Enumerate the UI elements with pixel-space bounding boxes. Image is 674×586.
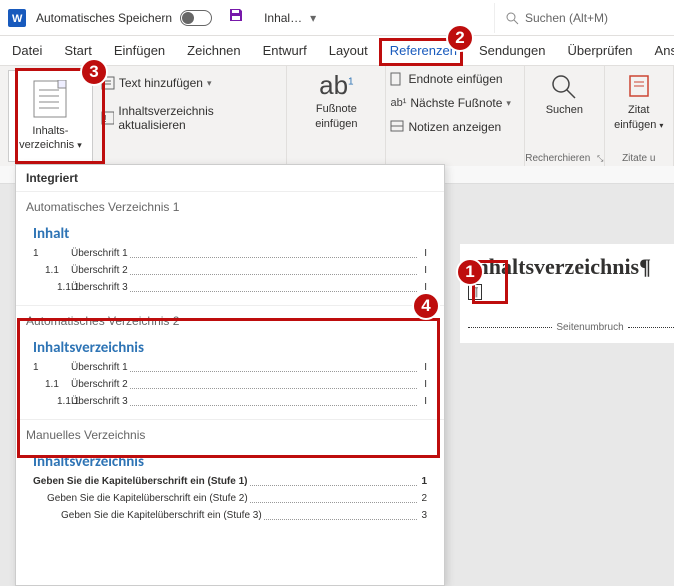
callout-4: 4 [412, 292, 440, 320]
callout-2: 2 [446, 24, 474, 52]
pilcrow-mark: ¶ [468, 284, 482, 300]
toc-preview-row: 1.1.1Überschrift 3I [33, 279, 427, 296]
add-text-button[interactable]: Text hinzufügen▾ [101, 76, 278, 90]
toc-preview-row: 1.1Überschrift 2I [33, 376, 427, 393]
smart-lookup-button[interactable]: Suchen [546, 72, 583, 117]
tab-zeichnen[interactable]: Zeichnen [185, 39, 242, 62]
word-app-icon: W [8, 9, 26, 27]
toc-manual-row: Geben Sie die Kapitelüberschrift ein (St… [33, 490, 427, 507]
toc-preview-row: 1.1.1Überschrift 3I [33, 393, 427, 410]
insert-footnote-button[interactable]: ab1 Fußnote einfügen [315, 70, 357, 131]
toc-preview-row: 1.1Überschrift 2I [33, 262, 427, 279]
gallery-item-manual[interactable]: Inhaltsverzeichnis Geben Sie die Kapitel… [26, 446, 434, 531]
chevron-down-icon: ▾ [77, 140, 82, 151]
gallery-item-auto1[interactable]: Inhalt 1Überschrift 1I1.1Überschrift 2I1… [26, 218, 434, 303]
toc-preview-row: 1Überschrift 1I [33, 359, 427, 376]
toc-gallery: Integriert Automatisches Verzeichnis 1 I… [15, 164, 445, 586]
show-notes-button[interactable]: Notizen anzeigen [390, 120, 520, 134]
insert-citation-button[interactable]: Zitat einfügen ▾ [614, 72, 663, 132]
tab-ueberpruefen[interactable]: Überprüfen [566, 39, 635, 62]
footnote-icon: ab1 [319, 70, 353, 101]
toc-preview-row: 1Überschrift 1I [33, 245, 427, 262]
document-heading: Inhaltsverzeichnis¶ [468, 254, 674, 280]
toc-icon [33, 80, 67, 121]
refresh-icon: ! [101, 111, 114, 125]
tell-me-search[interactable]: Suchen (Alt+M) [494, 3, 674, 33]
search-big-icon [549, 72, 579, 102]
next-footnote-button[interactable]: ab¹ Nächste Fußnote▾ [390, 96, 520, 110]
gallery-caption-auto1: Automatisches Verzeichnis 1 [16, 191, 444, 216]
tab-entwurf[interactable]: Entwurf [261, 39, 309, 62]
tab-einfuegen[interactable]: Einfügen [112, 39, 167, 62]
document-name: Inhal… [264, 11, 302, 25]
search-icon [505, 11, 519, 25]
document-page[interactable]: Inhaltsverzeichnis¶ ¶ Seitenumbruch [460, 244, 674, 343]
callout-3: 3 [80, 58, 108, 86]
save-icon[interactable] [228, 7, 244, 28]
tab-sendungen[interactable]: Sendungen [477, 39, 548, 62]
autosave-toggle[interactable] [180, 10, 212, 26]
gallery-caption-auto2: Automatisches Verzeichnis 2 [16, 305, 444, 330]
tab-layout[interactable]: Layout [327, 39, 370, 62]
gallery-header: Integriert [16, 165, 444, 191]
toc-button[interactable]: Inhalts- verzeichnis ▾ [8, 70, 93, 162]
endnote-icon [390, 72, 404, 86]
titlebar: W Automatisches Speichern Inhal… ▾ Suche… [0, 0, 674, 36]
insert-endnote-button[interactable]: Endnote einfügen [390, 72, 520, 86]
citation-icon [624, 72, 654, 102]
next-footnote-icon: ab¹ [390, 97, 406, 109]
tab-ansicht[interactable]: Ans [653, 39, 674, 62]
svg-text:W: W [12, 13, 23, 25]
notes-icon [390, 120, 404, 134]
svg-text:!: ! [104, 114, 107, 125]
gallery-item-auto2[interactable]: Inhaltsverzeichnis 1Überschrift 1I1.1Übe… [26, 332, 434, 417]
gallery-caption-manual: Manuelles Verzeichnis [16, 419, 444, 444]
autosave-label: Automatisches Speichern [36, 11, 172, 25]
tab-datei[interactable]: Datei [10, 39, 44, 62]
update-toc-button[interactable]: ! Inhaltsverzeichnis aktualisieren [101, 104, 278, 132]
page-break-indicator: Seitenumbruch [468, 322, 674, 333]
toc-manual-row: Geben Sie die Kapitelüberschrift ein (St… [33, 507, 427, 524]
toc-manual-row: Geben Sie die Kapitelüberschrift ein (St… [33, 473, 427, 490]
callout-1: 1 [456, 258, 484, 286]
